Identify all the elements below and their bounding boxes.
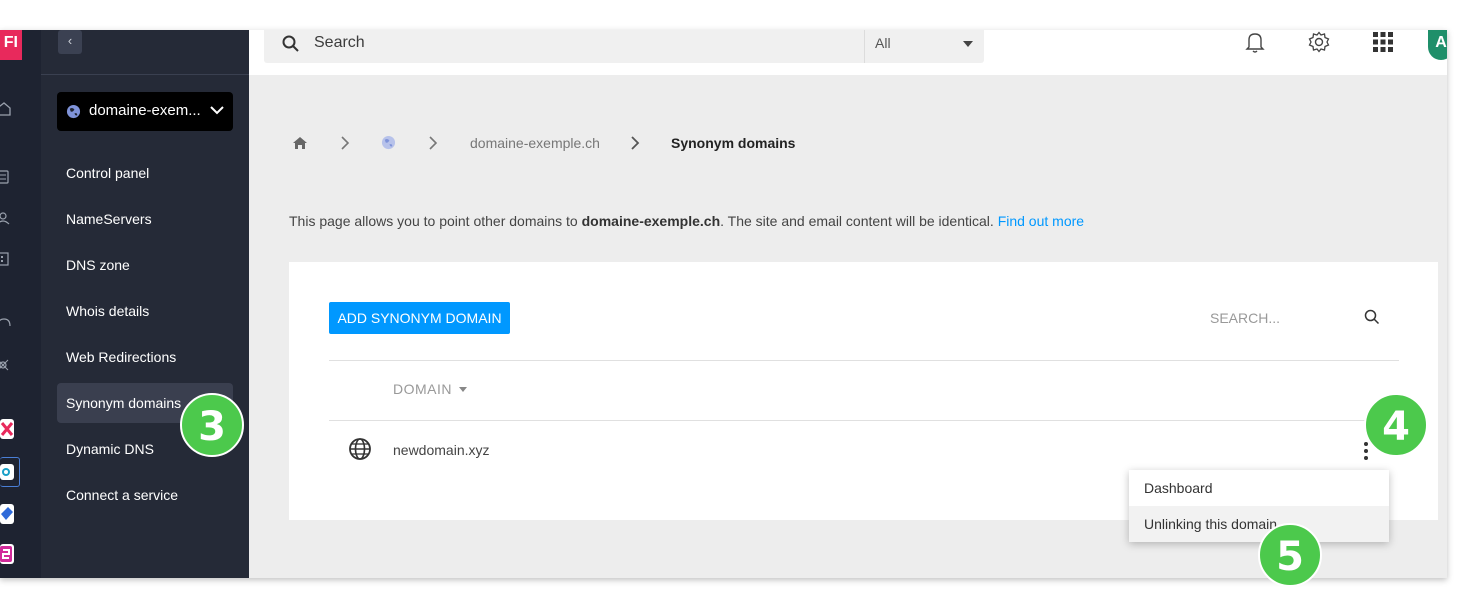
chevron-right-icon [631,136,640,150]
intro-suffix: . The site and email content will be ide… [720,213,998,229]
row-domain-name[interactable]: newdomain.xyz [393,442,490,458]
users-icon[interactable] [0,211,12,225]
domain-selector[interactable]: domaine-exem... [57,92,233,131]
app-shortcut-selected-icon[interactable] [0,457,20,487]
tools-icon[interactable] [0,358,12,372]
sort-caret-icon[interactable] [459,387,467,392]
app-rail: FI [0,30,41,578]
find-out-more-link[interactable]: Find out more [998,213,1084,229]
building-icon[interactable] [0,252,12,266]
product-globe-icon [66,104,81,119]
table-header-divider [329,420,1399,421]
search-icon [282,35,299,52]
collapse-sidebar-button[interactable]: ‹ [58,30,82,54]
intro-prefix: This page allows you to point other doma… [289,213,582,229]
column-header-domain[interactable]: DOMAIN [393,381,452,397]
intro-domain: domaine-exemple.ch [581,213,721,229]
chevron-right-icon [341,136,350,150]
sidebar-item-whois-details[interactable]: Whois details [57,291,233,331]
sidebar-item-connect-service[interactable]: Connect a service [57,475,233,515]
page-description: This page allows you to point other doma… [289,213,1084,229]
top-bar: Search All A [249,30,1447,75]
menu-item-dashboard[interactable]: Dashboard [1129,470,1389,506]
search-icon[interactable] [1364,309,1380,325]
app-shortcut-blue-icon[interactable] [0,504,14,524]
sidebar-item-web-redirections[interactable]: Web Redirections [57,337,233,377]
gear-icon[interactable] [1308,31,1330,53]
menu-item-unlink-domain[interactable]: Unlinking this domain [1129,506,1389,542]
breadcrumb: domaine-exemple.ch Synonym domains [0,133,900,159]
support-icon[interactable] [0,318,12,332]
app-shortcut-x-icon[interactable] [0,419,14,439]
bell-icon[interactable] [1244,31,1266,53]
user-avatar[interactable]: A [1428,30,1447,60]
add-synonym-domain-button[interactable]: ADD SYNONYM DOMAIN [329,302,510,334]
sidebar-item-control-panel[interactable]: Control panel [57,153,233,193]
caret-down-icon[interactable] [963,41,973,47]
sidebar: ‹ domaine-exem... Control panel NameServ… [41,30,249,578]
sidebar-divider [41,74,249,75]
chevron-down-icon [210,106,224,115]
breadcrumb-domain[interactable]: domaine-exemple.ch [470,135,600,151]
server-icon[interactable] [0,170,12,184]
app-shortcut-pink-icon[interactable] [0,544,14,564]
step-badge-4: 4 [1364,393,1428,457]
chevron-right-icon [429,136,438,150]
row-context-menu: Dashboard Unlinking this domain [1129,470,1389,542]
step-badge-5: 5 [1258,523,1322,587]
brand-logo[interactable]: FI [0,30,22,60]
globe-icon [349,438,371,460]
home-icon[interactable] [292,136,308,150]
search-divider [864,30,865,63]
search-input[interactable]: Search [314,34,365,52]
product-globe-icon[interactable] [381,135,396,150]
home-icon[interactable] [0,102,12,116]
table-top-divider [329,360,1399,361]
table-search-input[interactable]: SEARCH... [1210,310,1280,326]
sidebar-item-nameservers[interactable]: NameServers [57,199,233,239]
sidebar-item-dns-zone[interactable]: DNS zone [57,245,233,285]
step-badge-3: 3 [180,393,244,457]
breadcrumb-current: Synonym domains [671,135,796,151]
search-scope-select[interactable]: All [875,35,891,51]
global-search[interactable]: Search All [264,30,984,63]
domain-selector-label: domaine-exem... [89,102,201,119]
apps-grid-icon[interactable] [1372,31,1394,53]
more-options-icon[interactable] [1361,442,1371,464]
